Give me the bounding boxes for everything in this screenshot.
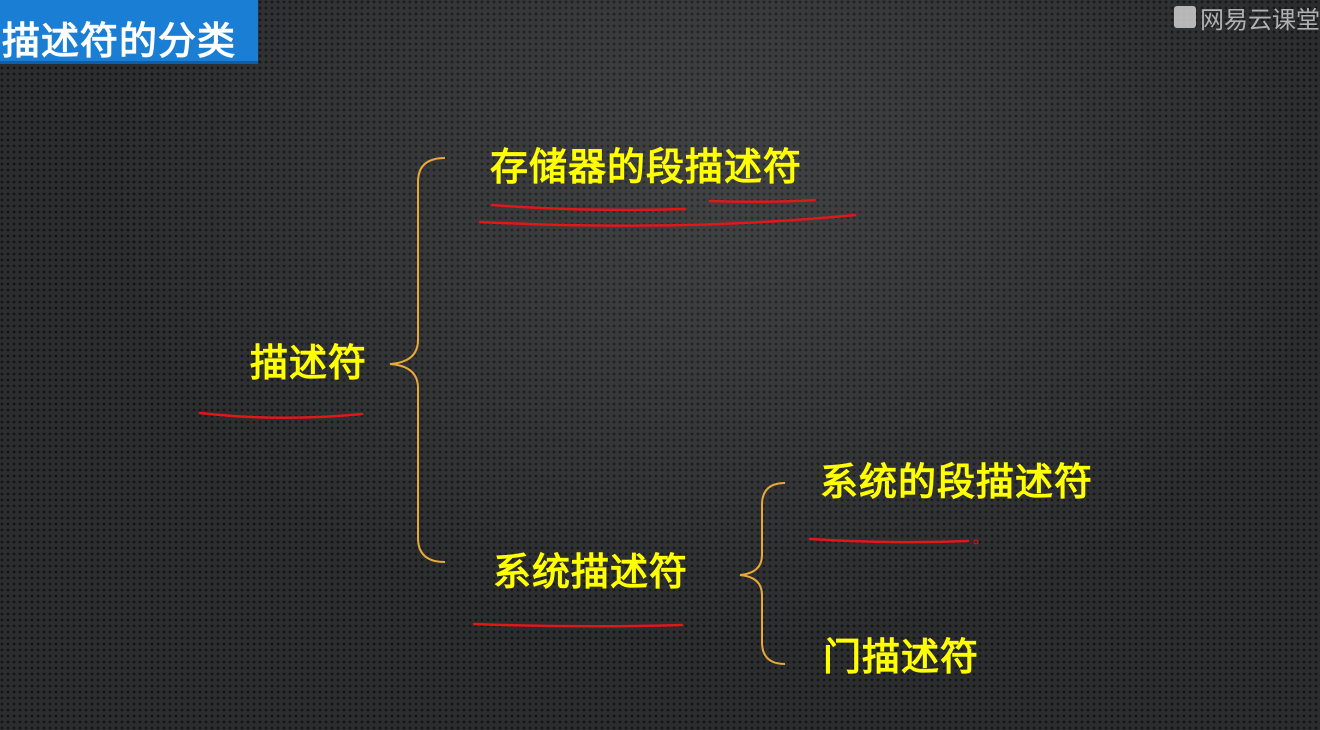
node-system-descriptor: 系统描述符 (493, 550, 689, 594)
diagram-lines (198, 157, 979, 665)
underline-storage-2 (708, 198, 817, 204)
underline-root (198, 411, 364, 420)
root-bracket (389, 157, 446, 563)
underline-storage-1 (490, 203, 687, 212)
node-system-segment-descriptor: 系统的段描述符 (820, 460, 1094, 504)
underline-system-segment (808, 537, 970, 544)
node-gate-descriptor: 门描述符 (823, 635, 980, 679)
underline-system (472, 622, 684, 628)
annotation-dot (973, 539, 979, 545)
node-storage-segment-descriptor: 存储器的段描述符 (490, 145, 803, 189)
node-root: 描述符 (250, 341, 368, 385)
underline-storage-3 (478, 213, 857, 227)
sub-bracket (739, 482, 786, 665)
